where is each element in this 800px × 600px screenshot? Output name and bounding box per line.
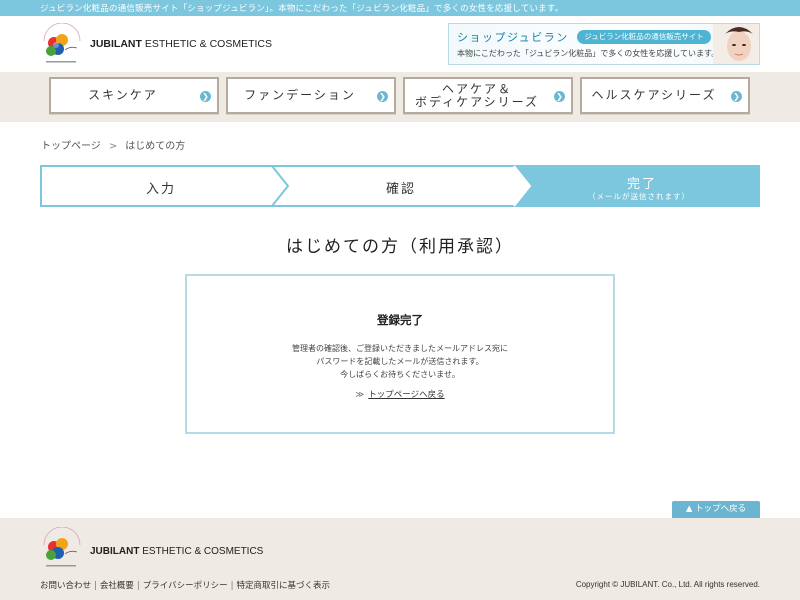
back-to-top-page: ≫ トップページへ戻る	[187, 388, 613, 400]
step-input: 入力	[146, 182, 177, 197]
chevron-right-icon: ❯	[554, 91, 565, 102]
shop-banner[interactable]: ショップジュビラン ジュビラン化粧品の通信販売サイト 本物にこだわった「ジュビラ…	[448, 23, 760, 65]
footer-link-contact[interactable]: お問い合わせ	[40, 581, 91, 591]
step-confirm: 確認	[386, 182, 417, 197]
breadcrumb-current: はじめての方	[125, 141, 186, 152]
nav-foundation[interactable]: ファンデーション ❯	[226, 77, 396, 114]
page-title: はじめての方（利用承認）	[286, 237, 514, 257]
site-header: JUBILANT ESTHETIC & COSMETICS ショップジュビラン …	[0, 16, 800, 72]
breadcrumb-separator: >	[108, 141, 118, 152]
banner-title: ショップジュビラン	[457, 31, 569, 44]
breadcrumb: トップページ > はじめての方	[41, 137, 185, 152]
footer-link-company[interactable]: 会社概要	[100, 581, 134, 591]
step-complete-note: （メールが送信されます）	[588, 192, 690, 201]
nav-haircare-bodycare[interactable]: ヘアケア＆ ボディケアシリーズ ❯	[403, 77, 573, 114]
double-chevron-right-icon: ≫	[355, 390, 365, 400]
nav-foundation-label: ファンデーション	[244, 88, 356, 102]
chevron-right-icon: ❯	[731, 91, 742, 102]
global-nav: スキンケア ❯ ファンデーション ❯ ヘアケア＆ ボディケアシリーズ ❯ ヘルスケ…	[0, 72, 800, 122]
footer-links: お問い合わせ | 会社概要 | プライバシーポリシー | 特定商取引に基づく表示	[40, 581, 331, 591]
footer-link-privacy[interactable]: プライバシーポリシー	[143, 581, 228, 591]
chevron-right-icon: ❯	[200, 91, 211, 102]
progress-steps: 入力 確認 完了 （メールが送信されます）	[40, 165, 760, 207]
banner-badge: ジュビラン化粧品の通信販売サイト	[577, 30, 711, 44]
jubilant-logo-icon[interactable]	[40, 23, 84, 67]
top-announcement-text: ジュビラン化粧品の通信販売サイト「ショップジュビラン」。本物にこだわった「ジュビ…	[40, 4, 564, 14]
model-face-image	[713, 24, 759, 64]
copyright: Copyright © JUBILANT. Co., Ltd. All righ…	[575, 580, 760, 589]
nav-healthcare-label: ヘルスケアシリーズ	[591, 88, 717, 102]
to-top-label: トップへ戻る	[695, 504, 747, 514]
to-top-button[interactable]: ▲ トップへ戻る	[672, 501, 760, 518]
nav-healthcare[interactable]: ヘルスケアシリーズ ❯	[580, 77, 750, 114]
jubilant-logo-icon[interactable]	[40, 527, 84, 571]
chevron-right-icon: ❯	[377, 91, 388, 102]
nav-haircare-label: ヘアケア＆ ボディケアシリーズ	[414, 81, 540, 109]
top-page-link[interactable]: トップページへ戻る	[368, 390, 444, 400]
registration-complete-box: 登録完了 管理者の確認後、ご登録いただきましたメールアドレス宛に パスワードを記…	[185, 274, 615, 434]
step-complete: 完了	[627, 177, 658, 192]
breadcrumb-home-link[interactable]: トップページ	[41, 141, 101, 152]
nav-skincare-label: スキンケア	[88, 88, 158, 102]
complete-message: 管理者の確認後、ご登録いただきましたメールアドレス宛に パスワードを記載したメー…	[292, 344, 508, 379]
brand-name: JUBILANT ESTHETIC & COSMETICS	[90, 38, 273, 50]
banner-subtext: 本物にこだわった「ジュビラン化粧品」で多くの女性を応援しています。	[457, 49, 720, 58]
top-announcement-bar: ジュビラン化粧品の通信販売サイト「ショップジュビラン」。本物にこだわった「ジュビ…	[0, 0, 800, 16]
footer-link-legal[interactable]: 特定商取引に基づく表示	[237, 581, 331, 591]
nav-skincare[interactable]: スキンケア ❯	[49, 77, 219, 114]
site-footer: JUBILANT ESTHETIC & COSMETICS お問い合わせ | 会社概…	[0, 518, 800, 600]
footer-brand-name: JUBILANT ESTHETIC & COSMETICS	[90, 546, 264, 557]
arrow-up-icon: ▲	[685, 504, 693, 514]
complete-title: 登録完了	[377, 313, 423, 327]
